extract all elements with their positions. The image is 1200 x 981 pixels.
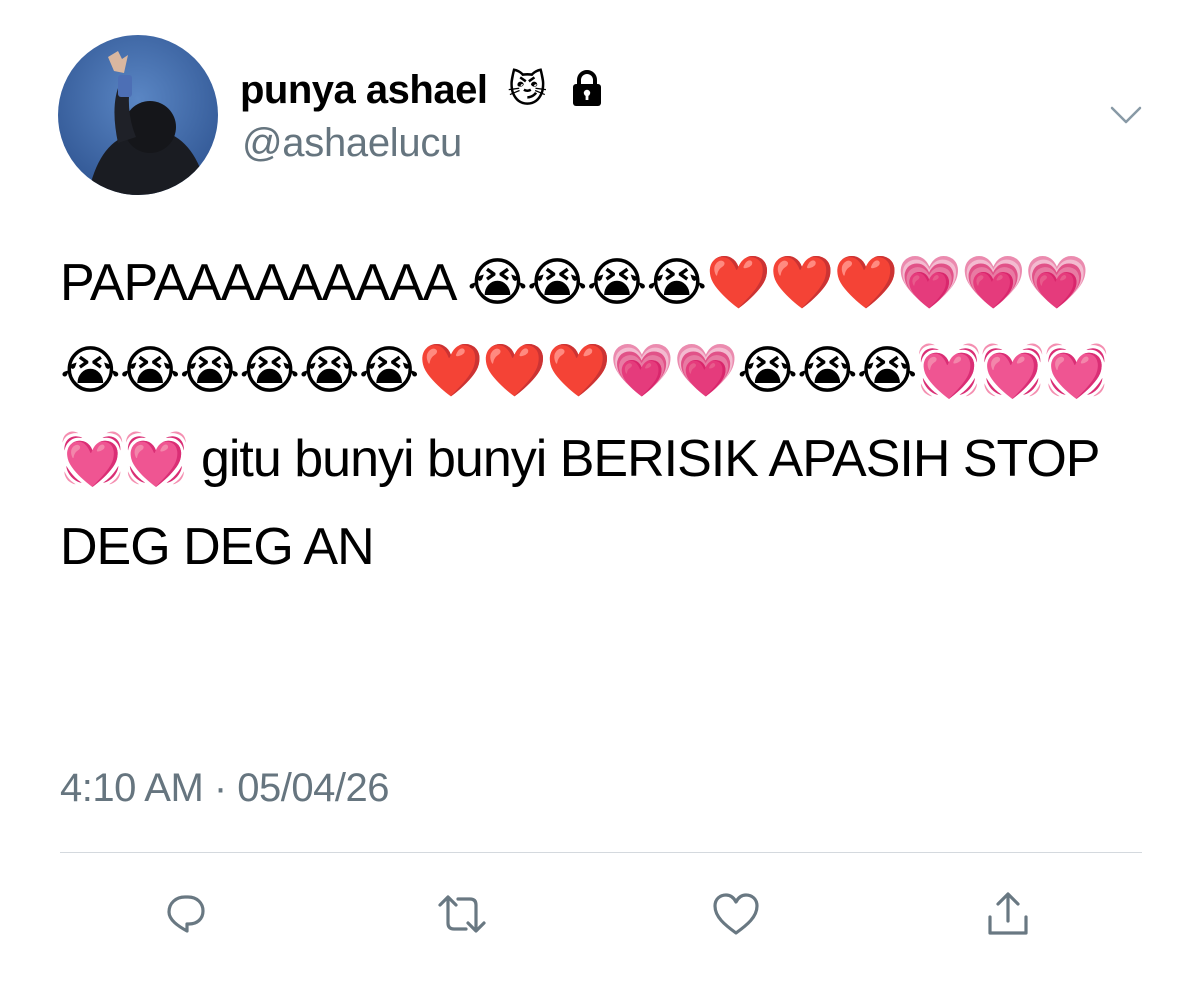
reply-icon [163,891,209,942]
display-name[interactable]: punya ashael [240,68,488,113]
divider [60,852,1142,853]
lock-icon [567,68,607,113]
heart-icon [711,891,761,942]
avatar[interactable] [58,35,218,195]
retweet-button[interactable] [434,888,490,944]
tweet-text: PAPAAAAAAAAA 😭😭😭😭❤️❤️❤️💗💗💗😭😭😭😭😭😭❤️❤️❤️💗💗… [60,254,1112,576]
share-icon [985,889,1031,944]
name-emoji: 😼 [507,69,548,111]
user-handle[interactable]: @ashaelucu [242,121,462,166]
reply-button[interactable] [158,888,214,944]
timestamp[interactable]: 4:10 AM · 05/04/26 [60,766,390,811]
chevron-down-icon[interactable] [1108,98,1144,134]
like-button[interactable] [708,888,764,944]
retweet-icon [436,891,488,942]
name-row: punya ashael 😼 [240,64,607,116]
share-button[interactable] [980,888,1036,944]
